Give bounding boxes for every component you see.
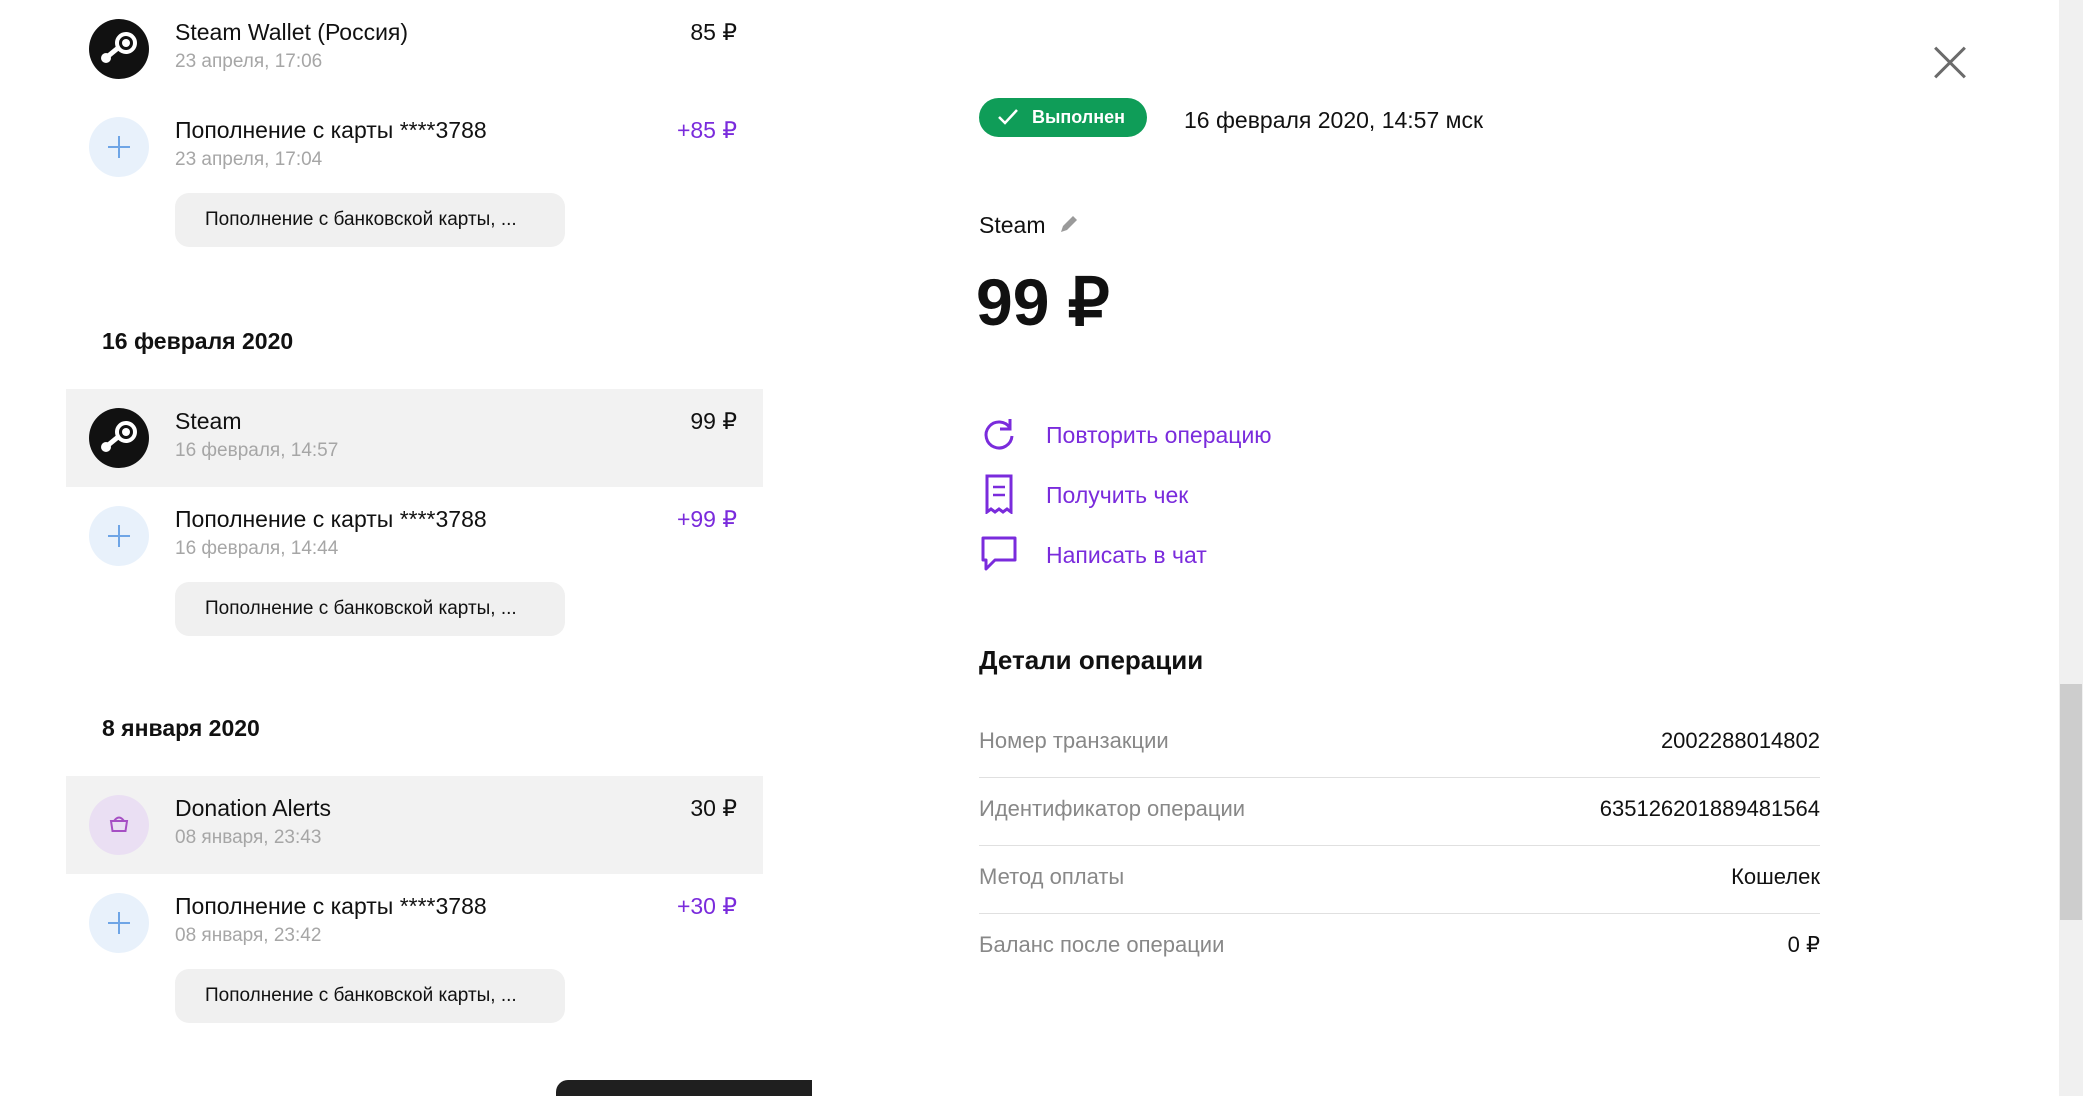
transaction-amount: 85 ₽ <box>690 19 737 45</box>
transaction-title: Steam Wallet (Россия) <box>175 19 409 45</box>
transaction-item[interactable]: Steam 16 февраля, 14:57 99 ₽ <box>66 389 763 487</box>
transaction-title: Steam <box>175 408 242 434</box>
transaction-time: 16 февраля, 14:44 <box>175 538 339 559</box>
transaction-item[interactable]: Пополнение с карты ****3788 08 января, 2… <box>66 874 763 1023</box>
detail-value: 2002288014802 <box>1660 728 1820 753</box>
transaction-time: 08 января, 23:42 <box>175 925 322 946</box>
steam-icon <box>89 408 149 468</box>
date-header: 16 февраля 2020 <box>102 328 294 354</box>
detail-label: Номер транзакции <box>979 728 1169 753</box>
shopping-bag-icon <box>89 795 149 855</box>
operation-amount: 99 ₽ <box>976 265 1110 339</box>
details-heading: Детали операции <box>979 645 1204 675</box>
transaction-comment[interactable]: Пополнение с банковской карты, ... <box>175 193 565 247</box>
plus-icon <box>89 506 149 566</box>
receipt-icon <box>985 474 1013 514</box>
pencil-icon[interactable] <box>1057 212 1081 236</box>
transaction-amount: 30 ₽ <box>690 795 737 821</box>
transaction-item[interactable]: Пополнение с карты ****3788 23 апреля, 1… <box>66 98 763 247</box>
status-label: Выполнен <box>1032 107 1125 127</box>
write-to-chat-label: Написать в чат <box>1046 542 1207 568</box>
transaction-title: Пополнение с карты ****3788 <box>175 893 487 919</box>
detail-row: Метод оплаты Кошелек <box>979 846 1820 914</box>
get-receipt-label: Получить чек <box>1046 482 1189 508</box>
date-header: 8 января 2020 <box>102 715 260 741</box>
detail-value: Кошелек <box>1731 864 1820 889</box>
detail-value: 635126201889481564 <box>1599 796 1820 821</box>
transaction-comment[interactable]: Пополнение с банковской карты, ... <box>175 582 565 636</box>
transaction-amount: 99 ₽ <box>690 408 737 434</box>
transaction-title: Пополнение с карты ****3788 <box>175 117 487 143</box>
detail-row: Баланс после операции 0 ₽ <box>979 914 1820 982</box>
transaction-title: Пополнение с карты ****3788 <box>175 506 487 532</box>
scrollbar-thumb[interactable] <box>2060 684 2082 920</box>
transaction-time: 23 апреля, 17:06 <box>175 51 323 72</box>
transaction-comment[interactable]: Пополнение с банковской карты, ... <box>175 969 565 1023</box>
transaction-item[interactable]: Steam Wallet (Россия) 23 апреля, 17:06 8… <box>66 0 763 98</box>
checkmark-icon <box>998 109 1018 125</box>
transaction-time: 23 апреля, 17:04 <box>175 149 323 170</box>
detail-value: 0 ₽ <box>1787 932 1820 957</box>
plus-icon <box>89 117 149 177</box>
detail-label: Идентификатор операции <box>979 796 1246 821</box>
detail-label: Метод оплаты <box>979 864 1125 889</box>
repeat-icon <box>984 419 1014 450</box>
transaction-history-list: Steam Wallet (Россия) 23 апреля, 17:06 8… <box>0 0 812 1096</box>
transaction-title: Donation Alerts <box>175 795 331 821</box>
detail-label: Баланс после операции <box>979 932 1225 957</box>
transaction-amount: +30 ₽ <box>676 893 737 919</box>
transaction-item[interactable]: Пополнение с карты ****3788 16 февраля, … <box>66 487 763 636</box>
detail-row: Номер транзакции 2002288014802 <box>979 710 1820 778</box>
transaction-time: 08 января, 23:43 <box>175 827 322 848</box>
steam-icon <box>89 19 149 79</box>
transaction-time: 16 февраля, 14:57 <box>175 440 339 461</box>
scrollbar-track[interactable] <box>2059 0 2083 1096</box>
transaction-item[interactable]: Donation Alerts 08 января, 23:43 30 ₽ <box>66 776 763 874</box>
bottom-toolbar <box>556 1080 812 1096</box>
plus-icon <box>89 893 149 953</box>
chat-icon <box>981 536 1017 571</box>
operation-datetime: 16 февраля 2020, 14:57 мск <box>1184 107 1484 133</box>
transaction-amount: +99 ₽ <box>676 506 737 532</box>
transaction-amount: +85 ₽ <box>676 117 737 143</box>
status-badge: Выполнен <box>979 98 1147 137</box>
merchant-name: Steam <box>979 212 1046 238</box>
close-icon[interactable] <box>1932 44 1968 80</box>
detail-row: Идентификатор операции 63512620188948156… <box>979 778 1820 846</box>
repeat-operation-label: Повторить операцию <box>1046 422 1272 448</box>
